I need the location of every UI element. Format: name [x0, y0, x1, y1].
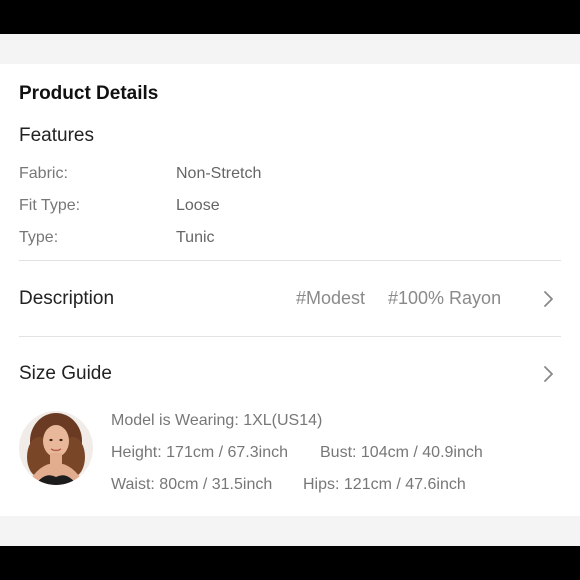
size-guide-label: Size Guide — [19, 363, 112, 384]
feature-label-type: Type: — [19, 229, 59, 246]
waist-text: Waist: 80cm / 31.5inch — [111, 476, 273, 493]
product-details-card: Product Details Features Fabric: Non-Str… — [0, 64, 580, 516]
size-guide-row[interactable]: Size Guide — [0, 337, 580, 397]
feature-value-fit-type: Loose — [176, 197, 220, 214]
feature-value-fabric: Non-Stretch — [176, 165, 262, 182]
height-text: Height: 171cm / 67.3inch — [111, 444, 288, 461]
chevron-right-icon — [544, 366, 553, 382]
description-label: Description — [19, 288, 115, 309]
features-heading: Features — [19, 125, 94, 146]
tag-rayon[interactable]: #100% Rayon — [388, 288, 501, 309]
tag-modest[interactable]: #Modest — [296, 288, 365, 309]
bottom-frame-bar — [0, 546, 580, 580]
description-row[interactable]: Description #Modest #100% Rayon — [0, 261, 580, 336]
model-avatar — [19, 411, 93, 485]
chevron-right-icon — [544, 291, 553, 307]
bust-text: Bust: 104cm / 40.9inch — [320, 444, 483, 461]
feature-label-fabric: Fabric: — [19, 165, 68, 182]
model-wearing-text: Model is Wearing: 1XL(US14) — [111, 412, 323, 429]
feature-value-type: Tunic — [176, 229, 215, 246]
feature-label-fit-type: Fit Type: — [19, 197, 81, 214]
top-frame-bar — [0, 0, 580, 34]
product-details-title: Product Details — [19, 83, 159, 104]
hips-text: Hips: 121cm / 47.6inch — [303, 476, 466, 493]
